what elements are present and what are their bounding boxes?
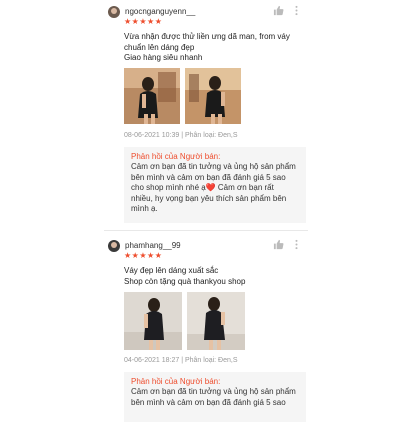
comment-line: Vừa nhận được thử liền ưng dã man, from … (124, 32, 290, 41)
comment-line: Shop còn tặng quà thankyou shop (124, 276, 246, 286)
avatar[interactable] (108, 240, 120, 252)
reply-line: Cảm ơn bạn đã tin tưởng và ủng hộ sản ph… (131, 387, 296, 396)
username[interactable]: ngocnganguyenn__ (125, 7, 195, 16)
review-meta: 04-06-2021 18:27 | Phân loại: Đen,S (124, 357, 238, 364)
comment-line: chuẩn lên dáng đẹp (124, 42, 195, 52)
review-comment: Vừa nhận được thử liền ưng dã man, from … (124, 32, 290, 64)
thumbs-up-icon[interactable] (273, 5, 284, 16)
review-photo[interactable] (124, 292, 182, 350)
review-comment: Váy đẹp lên dáng xuất sắc Shop còn tặng … (124, 266, 245, 287)
comment-line: Váy đẹp lên dáng xuất sắc (124, 266, 219, 275)
reply-title: Phản hồi của Người bán: (131, 377, 221, 386)
review-photo[interactable] (124, 68, 180, 124)
seller-reply: Phản hồi của Người bán: Cảm ơn bạn đã ti… (124, 372, 306, 422)
reply-line: cho shop mình nhé ạ❤️ Cảm ơn bạn rất (131, 183, 274, 192)
avatar[interactable] (108, 6, 120, 18)
reply-line: bên mình và cảm ơn bạn đã đánh giá 5 sao (131, 172, 286, 182)
seller-reply: Phản hồi của Người bán: Cảm ơn bạn đã ti… (124, 147, 306, 223)
review-photo[interactable] (185, 68, 241, 124)
review-meta: 08-06-2021 10:39 | Phân loại: Đen,S (124, 132, 238, 139)
rating-stars: ★★★★★ (124, 17, 163, 26)
thumbs-up-icon[interactable] (273, 239, 284, 250)
divider (104, 230, 308, 231)
comment-line: Giao hàng siêu nhanh (124, 53, 203, 62)
username[interactable]: phamhang__99 (125, 241, 181, 250)
reply-line: Cảm ơn bạn đã tin tưởng và ủng hộ sản ph… (131, 162, 296, 171)
reply-title: Phản hồi của Người bán: (131, 152, 221, 161)
rating-stars: ★★★★★ (124, 251, 163, 260)
reply-line: nhiều, hy vọng bạn yêu thích sản phẩm bê… (131, 193, 287, 203)
review-photo[interactable] (187, 292, 245, 350)
reply-line: mình ạ. (131, 204, 158, 213)
more-vertical-icon[interactable] (291, 239, 302, 250)
reply-line: bên mình và cảm ơn bạn đã đánh giá 5 sao (131, 397, 286, 407)
more-vertical-icon[interactable] (291, 5, 302, 16)
